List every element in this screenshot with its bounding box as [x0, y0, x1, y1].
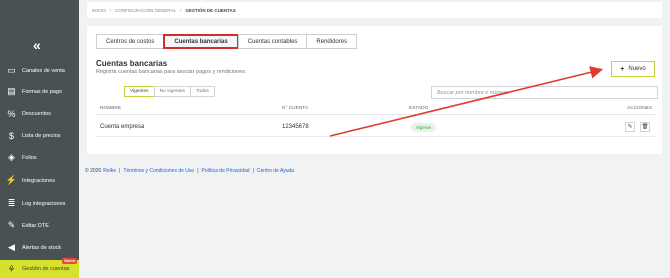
sidebar-item-log-integraciones[interactable]: ≣ Log integraciones	[0, 194, 79, 213]
filter-no-vigentes[interactable]: No vigentes	[153, 86, 191, 97]
footer-divider: |	[197, 168, 199, 174]
sidebar-item-label: Integraciones	[22, 177, 56, 184]
filter-vigentes[interactable]: Vigentes	[124, 86, 155, 97]
cell-status: Vigente	[411, 117, 437, 137]
sidebar-item-label: Folios	[22, 154, 37, 161]
footer-link-privacy[interactable]: Política de Privacidad	[202, 168, 250, 174]
table-row: Cuenta empresa 12345678 Vigente ✎ 🗑	[96, 117, 655, 137]
collapse-sidebar-icon[interactable]: «	[33, 37, 41, 53]
sidebar-item-label: Alertas de stock	[22, 244, 62, 251]
plug-icon: ⚡	[5, 175, 18, 185]
table-header: NOMBRE N° CUENTA ESTADO ACCIONES	[96, 102, 655, 115]
cell-name: Cuenta empresa	[100, 124, 145, 130]
sidebar-item-formas-de-pago[interactable]: ▤ Formas de pago	[0, 82, 79, 101]
section-title: Cuentas bancarias	[96, 59, 168, 68]
sidebar-item-label: Lista de precios	[22, 132, 61, 139]
edit-icon[interactable]: ✎	[625, 122, 635, 132]
breadcrumb-separator: /	[180, 7, 182, 13]
tag-icon: ◈	[8, 152, 15, 162]
main-content: INICIO / CONFIGURACIÓN GENERAL / GESTIÓN…	[79, 0, 670, 278]
sidebar-item-gestion-de-cuentas[interactable]: ⚘ Gestión de cuentas Nuevo	[0, 258, 79, 278]
column-header-number: N° CUENTA	[282, 106, 309, 111]
search-input[interactable]	[431, 86, 658, 99]
filter-todos[interactable]: Todos	[189, 86, 215, 97]
status-badge: Vigente	[411, 122, 437, 132]
sidebar-item-label: Canales de venta	[22, 67, 65, 74]
tab-rendidores[interactable]: Rendidores	[306, 34, 358, 49]
sidebar-item-label: Formas de pago	[22, 88, 63, 95]
monitor-icon: ▭	[7, 65, 16, 75]
breadcrumb-item-configuracion[interactable]: CONFIGURACIÓN GENERAL	[115, 8, 176, 13]
footer: © 2026 Relke | Términos y Condiciones de…	[85, 168, 296, 174]
sidebar-item-editar-dte[interactable]: ✎ Editar DTE	[0, 216, 79, 235]
dollar-icon: $	[8, 130, 14, 141]
list-icon: ≣	[7, 198, 16, 208]
new-button-label: Nuevo	[628, 66, 646, 72]
card-icon: ▤	[7, 86, 16, 96]
new-badge: Nuevo	[62, 258, 77, 264]
footer-divider: |	[119, 168, 121, 174]
sidebar-item-lista-de-precios[interactable]: $ Lista de precios	[0, 126, 79, 145]
sidebar: « ▭ Canales de venta ▤ Formas de pago % …	[0, 0, 79, 278]
footer-divider: |	[252, 168, 254, 174]
cell-number: 12345678	[282, 124, 309, 130]
tab-cuentas-bancarias[interactable]: Cuentas bancarias	[163, 34, 239, 49]
trash-icon[interactable]: 🗑	[640, 122, 650, 132]
sidebar-item-integraciones[interactable]: ⚡ Integraciones	[0, 171, 79, 190]
sidebar-item-folios[interactable]: ◈ Folios	[0, 148, 79, 167]
footer-link-help[interactable]: Centro de Ayuda	[257, 168, 294, 174]
plus-icon: +	[620, 65, 625, 73]
column-header-status: ESTADO	[409, 106, 429, 111]
section-subtitle: Registra cuentas bancarias para asociar …	[96, 69, 247, 75]
column-header-actions: ACCIONES	[627, 106, 653, 111]
sidebar-item-label: Gestión de cuentas	[22, 266, 70, 272]
tab-cuentas-contables[interactable]: Cuentas contables	[237, 34, 308, 49]
sidebar-item-label: Editar DTE	[22, 222, 49, 229]
tab-centros-de-costos[interactable]: Centros de costos	[96, 34, 165, 49]
sidebar-item-label: Log integraciones	[22, 200, 66, 207]
accounts-card: Centros de costos Cuentas bancarias Cuen…	[87, 26, 662, 154]
breadcrumb-item-current: GESTIÓN DE CUENTAS	[185, 7, 236, 13]
breadcrumb: INICIO / CONFIGURACIÓN GENERAL / GESTIÓN…	[87, 2, 662, 18]
breadcrumb-item-inicio[interactable]: INICIO	[92, 8, 106, 13]
footer-link-terms[interactable]: Términos y Condiciones de Uso	[123, 168, 194, 174]
footer-copyright: © 2026	[85, 168, 102, 174]
column-header-name: NOMBRE	[100, 106, 122, 111]
sidebar-item-descuentos[interactable]: % Descuentos	[0, 104, 79, 123]
megaphone-icon: ◀	[8, 242, 15, 252]
percent-icon: %	[7, 108, 16, 119]
footer-brand-link[interactable]: Relke	[103, 168, 116, 174]
breadcrumb-separator: /	[109, 7, 112, 13]
new-account-button[interactable]: + Nuevo	[611, 61, 655, 77]
sidebar-item-alertas-de-stock[interactable]: ◀ Alertas de stock	[0, 238, 79, 257]
sitemap-icon: ⚘	[7, 263, 16, 274]
wrench-icon: ✎	[7, 220, 16, 230]
sidebar-item-canales-de-venta[interactable]: ▭ Canales de venta	[0, 61, 79, 80]
status-filter-group: Vigentes No vigentes Todos	[124, 86, 215, 97]
tab-bar: Centros de costos Cuentas bancarias Cuen…	[96, 34, 358, 49]
sidebar-item-label: Descuentos	[22, 110, 52, 117]
